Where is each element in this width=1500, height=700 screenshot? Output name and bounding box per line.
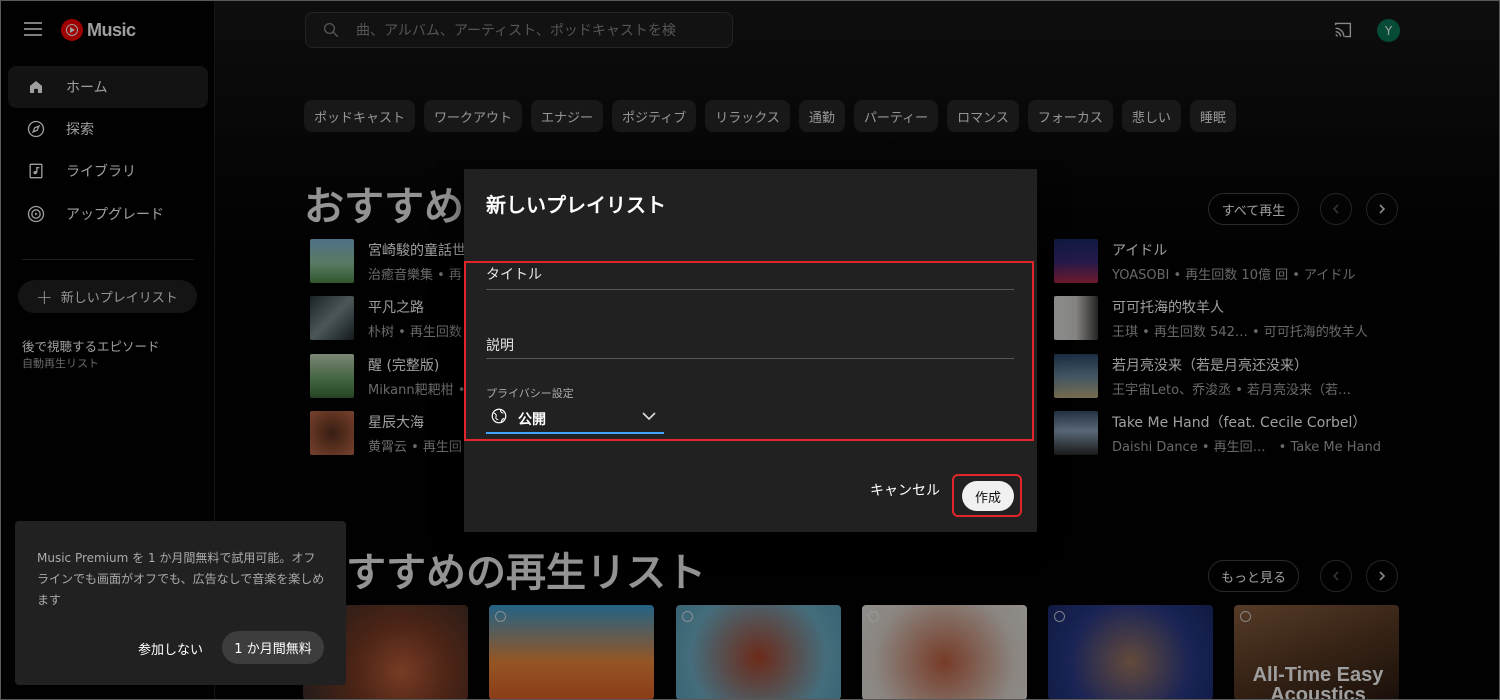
create-button-highlight: 作成	[952, 474, 1022, 517]
new-playlist-dialog: 新しいプレイリスト タイトル 説明 プライバシー設定 公開 キャンセル 作成	[464, 169, 1037, 532]
premium-promo: Music Premium を 1 か月間無料で試用可能。オフラインでも画面がオ…	[15, 521, 346, 685]
promo-text: Music Premium を 1 か月間無料で試用可能。オフラインでも画面がオ…	[37, 551, 325, 607]
cancel-button[interactable]: キャンセル	[870, 480, 940, 500]
decline-button[interactable]: 参加しない	[138, 639, 203, 658]
privacy-value: 公開	[518, 412, 546, 428]
privacy-select[interactable]: 公開	[486, 402, 664, 434]
title-field[interactable]: タイトル	[486, 264, 542, 284]
create-button[interactable]: 作成	[962, 481, 1014, 511]
privacy-label: プライバシー設定	[486, 387, 574, 400]
title-underline	[486, 289, 1014, 290]
chevron-down-icon	[642, 412, 656, 421]
privacy-focus-underline	[486, 432, 664, 434]
globe-icon	[491, 408, 507, 424]
dialog-title: 新しいプレイリスト	[486, 193, 666, 217]
description-underline	[486, 358, 1014, 359]
free-trial-button[interactable]: 1 か月間無料	[222, 631, 324, 664]
description-field[interactable]: 説明	[486, 335, 514, 355]
